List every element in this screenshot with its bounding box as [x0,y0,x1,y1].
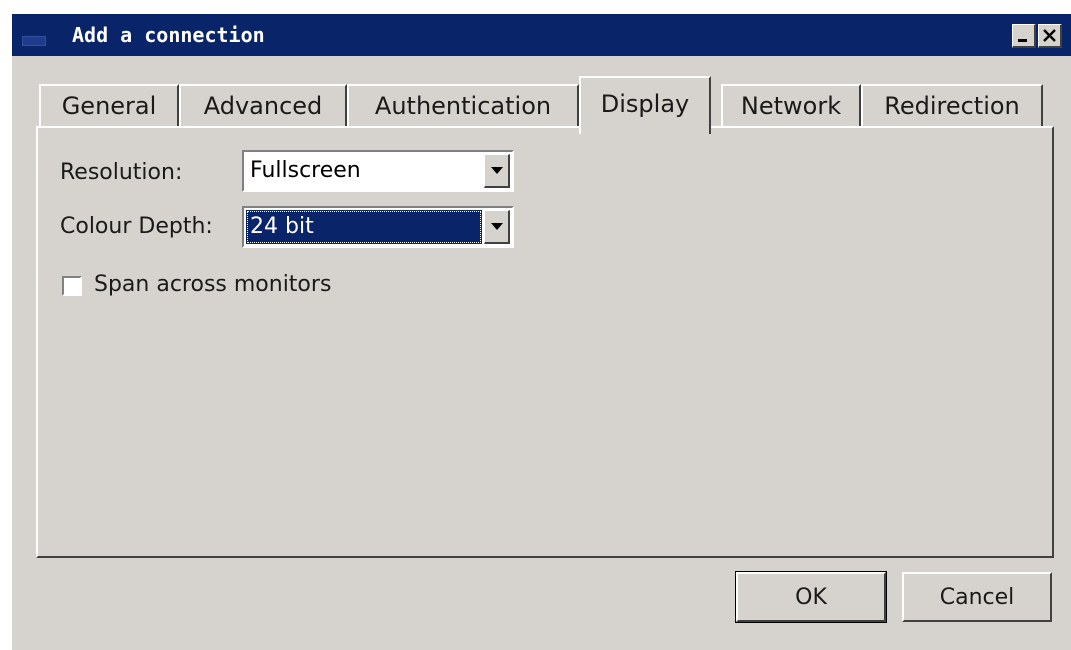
tab-display[interactable]: Display [579,76,711,134]
add-connection-dialog: Add a connection General Advanced Authen… [12,14,1071,650]
resolution-label: Resolution: [60,160,183,185]
window-title: Add a connection [72,23,265,47]
tab-label: Display [600,90,690,118]
minimize-icon [1018,39,1027,42]
cancel-button[interactable]: Cancel [902,572,1052,622]
tab-advanced[interactable]: Advanced [179,84,347,130]
resolution-select[interactable]: Fullscreen [242,150,514,192]
colour-depth-dropdown-button[interactable] [484,210,510,244]
tab-label: Authentication [374,92,552,120]
close-icon [1043,29,1056,42]
tab-redirection[interactable]: Redirection [861,84,1043,130]
minimize-button[interactable] [1012,24,1036,48]
tab-network[interactable]: Network [721,84,861,130]
title-bar[interactable]: Add a connection [12,14,1071,56]
display-tab-panel: Resolution: Fullscreen Colour Depth: 24 … [36,126,1054,558]
chevron-down-icon [491,167,503,174]
tab-general[interactable]: General [39,84,179,130]
colour-depth-value: 24 bit [246,210,482,244]
tab-label: General [61,92,157,120]
tab-authentication[interactable]: Authentication [347,84,579,130]
close-button[interactable] [1038,24,1062,48]
resolution-dropdown-button[interactable] [484,154,510,188]
ok-button[interactable]: OK [735,571,887,623]
tab-label: Network [740,92,842,120]
colour-depth-select[interactable]: 24 bit [242,206,514,248]
span-monitors-label: Span across monitors [94,272,332,297]
chevron-down-icon [491,223,503,230]
window-icon[interactable] [22,36,46,46]
span-monitors-checkbox[interactable] [62,276,82,296]
colour-depth-label: Colour Depth: [60,214,213,239]
tab-label: Advanced [203,92,323,120]
tab-label: Redirection [884,92,1020,120]
resolution-value: Fullscreen [250,158,361,183]
